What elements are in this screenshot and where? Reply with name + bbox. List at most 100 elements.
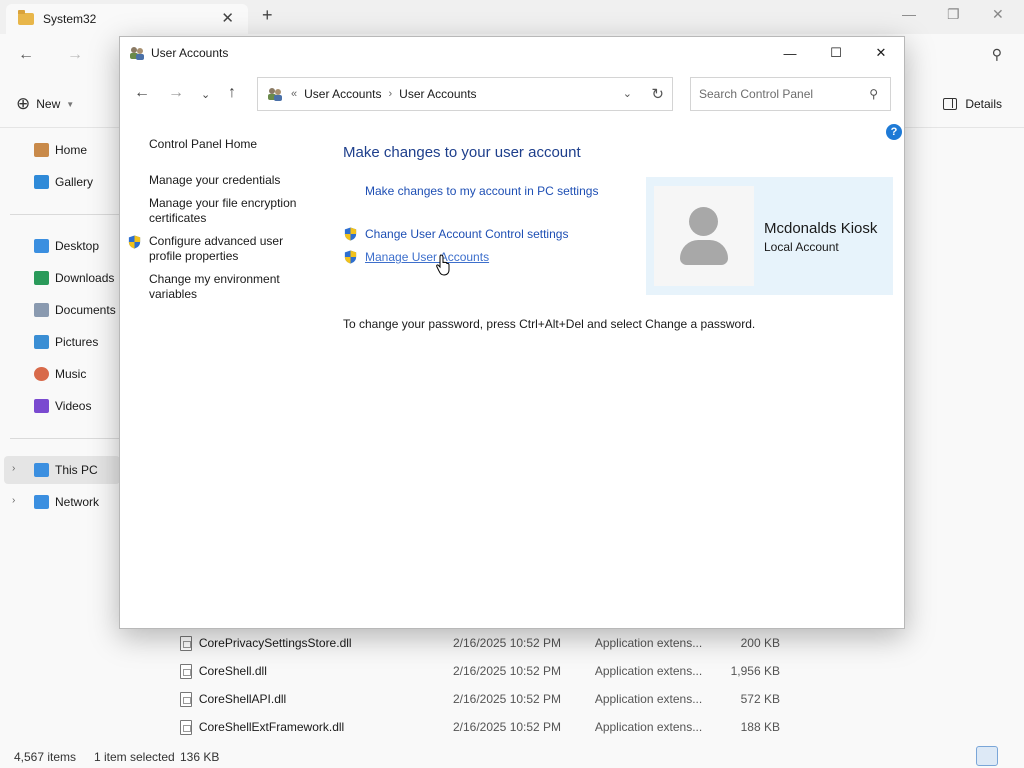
folder-icon xyxy=(18,10,34,25)
hand-pointer-cursor-icon xyxy=(436,254,450,276)
forward-arrow-icon[interactable]: → xyxy=(168,84,184,102)
sidebar-item-videos[interactable]: Videos xyxy=(34,396,91,416)
help-icon[interactable]: ? xyxy=(886,124,902,140)
advanced-profile-properties-link[interactable]: Configure advanced user profile properti… xyxy=(149,234,309,264)
file-type: Application extens... xyxy=(594,636,703,650)
tab-close-icon[interactable]: ✕ xyxy=(221,9,234,27)
chevron-right-icon[interactable]: › xyxy=(12,463,15,474)
forward-arrow-icon[interactable]: → xyxy=(67,46,83,64)
breadcrumb-chevron-icon: › xyxy=(388,88,393,100)
explorer-sidebar: Home Gallery Desktop Downloads Documents… xyxy=(0,128,120,740)
sidebar-item-label: Network xyxy=(55,495,100,509)
sidebar-item-network[interactable]: Network xyxy=(34,492,99,512)
network-icon xyxy=(34,495,49,509)
breadcrumb-item[interactable]: User Accounts xyxy=(304,87,381,101)
close-icon[interactable]: ✕ xyxy=(992,6,1004,23)
table-row[interactable]: CoreShell.dll 2/16/2025 10:52 PM Applica… xyxy=(180,658,780,684)
restore-icon[interactable]: ❐ xyxy=(947,6,960,23)
breadcrumb-overflow[interactable]: « xyxy=(291,88,297,100)
manage-user-accounts-link[interactable]: Manage User Accounts xyxy=(365,250,489,264)
table-row[interactable]: CoreShellExtFramework.dll 2/16/2025 10:5… xyxy=(180,714,780,740)
sidebar-item-gallery[interactable]: Gallery xyxy=(34,172,93,192)
recent-locations-chevron-icon[interactable]: ⌄ xyxy=(201,88,210,101)
sidebar-divider xyxy=(10,438,120,439)
address-bar[interactable]: « User Accounts › User Accounts ⌄ ↻ xyxy=(257,77,673,111)
refresh-icon[interactable]: ↻ xyxy=(651,85,664,103)
file-name: CoreShellExtFramework.dll xyxy=(198,720,345,734)
sidebar-item-label: Home xyxy=(55,143,88,157)
user-accounts-icon xyxy=(268,88,282,101)
avatar xyxy=(654,186,754,286)
dll-file-icon xyxy=(180,719,192,735)
sidebar-item-music[interactable]: Music xyxy=(34,364,86,384)
account-type: Local Account xyxy=(764,240,839,254)
maximize-icon[interactable]: ☐ xyxy=(813,40,859,66)
table-row[interactable]: CorePrivacySettingsStore.dll 2/16/2025 1… xyxy=(180,630,780,656)
uac-shield-icon xyxy=(128,235,141,249)
chevron-right-icon[interactable]: › xyxy=(12,495,15,506)
sidebar-item-label: Videos xyxy=(55,399,92,413)
back-arrow-icon[interactable]: ← xyxy=(18,46,34,64)
minimize-icon[interactable]: — xyxy=(767,40,813,66)
uac-shield-icon xyxy=(344,250,357,264)
sidebar-item-label: This PC xyxy=(55,463,98,477)
file-size: 200 KB xyxy=(740,636,780,650)
dll-file-icon xyxy=(180,663,192,679)
details-label: Details xyxy=(965,97,1002,111)
pc-settings-link[interactable]: Make changes to my account in PC setting… xyxy=(365,184,598,198)
account-card: Mcdonalds Kiosk Local Account xyxy=(646,177,893,295)
search-icon[interactable]: ⚲ xyxy=(869,87,878,101)
gallery-icon xyxy=(34,175,49,189)
minimize-icon[interactable]: — xyxy=(902,6,916,22)
documents-icon xyxy=(34,303,49,317)
explorer-tab[interactable]: System32 ✕ xyxy=(6,4,248,34)
search-input[interactable] xyxy=(699,87,859,101)
user-silhouette-head xyxy=(689,207,718,236)
search-icon[interactable]: ⚲ xyxy=(992,46,1002,63)
table-row[interactable]: CoreShellAPI.dll 2/16/2025 10:52 PM Appl… xyxy=(180,686,780,712)
sidebar-item-home[interactable]: Home xyxy=(34,140,87,160)
status-item-count: 4,567 items xyxy=(14,750,77,764)
uac-settings-link[interactable]: Change User Account Control settings xyxy=(365,227,568,241)
file-size: 572 KB xyxy=(740,692,780,706)
sidebar-item-label: Desktop xyxy=(55,239,100,253)
sidebar-item-desktop[interactable]: Desktop xyxy=(34,236,99,256)
breadcrumb-item[interactable]: User Accounts xyxy=(399,87,476,101)
close-icon[interactable]: ✕ xyxy=(858,40,904,66)
user-accounts-icon xyxy=(130,47,144,60)
details-pane-icon xyxy=(943,98,958,110)
sidebar-item-label: Gallery xyxy=(55,175,94,189)
this-pc-icon xyxy=(34,463,49,477)
status-bar: 4,567 items 1 item selected 136 KB xyxy=(0,744,1024,768)
sidebar-item-pictures[interactable]: Pictures xyxy=(34,332,98,352)
tiles-view-icon[interactable] xyxy=(1000,746,1022,766)
file-date: 2/16/2025 10:52 PM xyxy=(452,664,562,678)
desktop-icon xyxy=(34,239,49,253)
pictures-icon xyxy=(34,335,49,349)
new-label: New xyxy=(36,97,61,111)
sidebar-item-label: Music xyxy=(55,367,87,381)
environment-variables-link[interactable]: Change my environment variables xyxy=(149,272,309,302)
back-arrow-icon[interactable]: ← xyxy=(134,84,150,102)
details-view-icon[interactable] xyxy=(976,746,998,766)
file-name: CoreShellAPI.dll xyxy=(198,692,287,706)
dll-file-icon xyxy=(180,691,192,707)
account-name: Mcdonalds Kiosk xyxy=(764,220,878,237)
chevron-down-icon[interactable]: ⌄ xyxy=(623,87,632,100)
file-type: Application extens... xyxy=(594,664,703,678)
details-button[interactable]: Details xyxy=(943,97,1002,111)
search-box[interactable]: ⚲ xyxy=(690,77,891,111)
sidebar-item-label: Pictures xyxy=(55,335,99,349)
up-arrow-icon[interactable]: ↑ xyxy=(228,84,236,102)
file-encryption-link[interactable]: Manage your file encryption certificates xyxy=(149,196,309,226)
sidebar-item-documents[interactable]: Documents xyxy=(34,300,116,320)
manage-credentials-link[interactable]: Manage your credentials xyxy=(149,173,309,188)
file-size: 188 KB xyxy=(740,720,780,734)
new-tab-button[interactable]: + xyxy=(262,5,273,26)
sidebar-item-downloads[interactable]: Downloads xyxy=(34,268,114,288)
sidebar-item-this-pc[interactable]: This PC xyxy=(34,460,98,480)
music-icon xyxy=(34,367,49,381)
new-button[interactable]: ⊕ New ▼ xyxy=(16,95,74,112)
file-date: 2/16/2025 10:52 PM xyxy=(452,636,562,650)
control-panel-home-link[interactable]: Control Panel Home xyxy=(149,137,309,152)
